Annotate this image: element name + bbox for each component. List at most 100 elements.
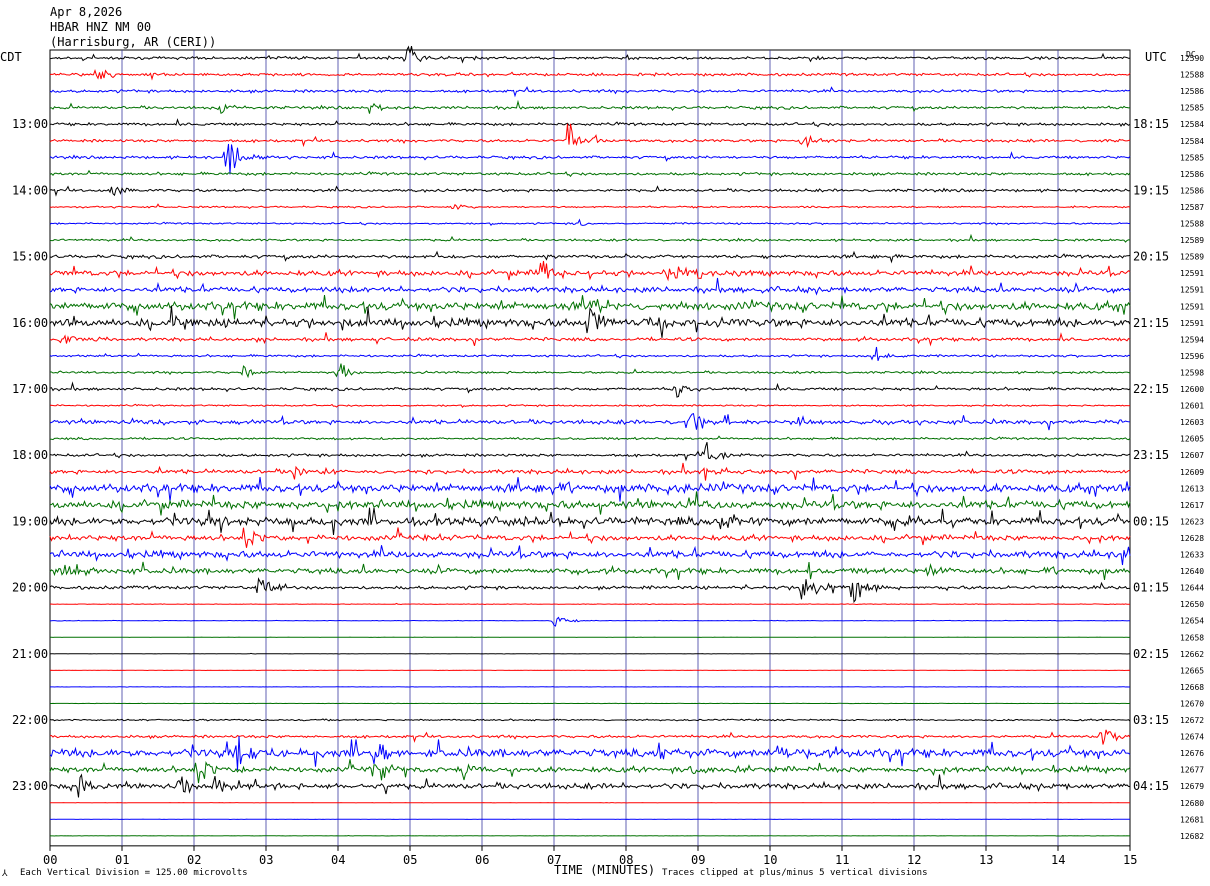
dc-offset-label: 12654	[1180, 617, 1204, 626]
trace-line-44	[49, 773, 1131, 798]
x-tick-label: 09	[691, 853, 705, 867]
plot-frame	[49, 49, 1131, 847]
right-hour-label: 21:15	[1133, 316, 1169, 330]
dc-offset-label: 12589	[1180, 253, 1204, 262]
dc-offset-label: 12679	[1180, 782, 1204, 791]
left-hour-label: 13:00	[12, 117, 48, 131]
dc-offset-label: 12586	[1180, 87, 1204, 96]
x-tick-label: 03	[259, 853, 273, 867]
vertical-gridlines	[49, 49, 1131, 847]
trace-line-27	[49, 491, 1131, 516]
x-tick-label: 05	[403, 853, 417, 867]
dc-offset-label: 12590	[1180, 54, 1204, 63]
header-station: HBAR HNZ NM 00	[50, 20, 151, 34]
dc-offset-label: 12665	[1180, 666, 1204, 675]
x-tick-label: 04	[331, 853, 345, 867]
dc-offset-label: 12672	[1180, 716, 1204, 725]
trace-line-29	[49, 527, 1131, 548]
trace-line-11	[49, 233, 1131, 243]
right-hour-label: 18:15	[1133, 117, 1169, 131]
dc-offset-label: 12591	[1180, 269, 1204, 278]
trace-line-26	[49, 477, 1131, 502]
trace-line-8	[49, 185, 1131, 197]
dc-offset-label: 12662	[1180, 650, 1204, 659]
dc-offset-label: 12674	[1180, 733, 1204, 742]
dc-offset-label: 12591	[1180, 302, 1204, 311]
trace-line-41	[49, 729, 1131, 745]
trace-line-3	[50, 99, 1131, 115]
header-date: Apr 8,2026	[50, 5, 122, 19]
right-hour-label: 03:15	[1133, 713, 1169, 727]
dc-offset-label: 12677	[1180, 766, 1204, 775]
header-location: (Harrisburg, AR (CERI))	[50, 35, 216, 49]
dc-offset-label: 12588	[1180, 220, 1204, 229]
dc-offset-label: 12588	[1180, 71, 1204, 80]
trace-line-28	[49, 507, 1131, 536]
dc-offset-label: 12585	[1180, 104, 1204, 113]
scale-note: Each Vertical Division = 125.00 microvol…	[20, 868, 248, 878]
right-timezone-label: UTC	[1145, 50, 1167, 64]
dc-offset-label: 12584	[1180, 120, 1204, 129]
clip-note: Traces clipped at plus/minus 5 vertical …	[662, 868, 928, 878]
x-tick-label: 15	[1123, 853, 1137, 867]
trace-line-38	[50, 686, 1131, 688]
dc-offset-label: 12633	[1180, 551, 1204, 560]
dc-offset-label: 12644	[1180, 584, 1204, 593]
left-hour-label: 20:00	[12, 581, 48, 595]
trace-line-25	[49, 462, 1131, 481]
trace-line-23	[49, 435, 1131, 441]
dc-offset-label: 12598	[1180, 368, 1204, 377]
trace-line-13	[49, 260, 1131, 282]
dc-offset-label: 12601	[1180, 402, 1204, 411]
dc-offset-label: 12680	[1180, 799, 1204, 808]
trace-line-12	[49, 250, 1131, 264]
trace-line-22	[49, 413, 1131, 431]
right-hour-label: 19:15	[1133, 183, 1169, 197]
trace-line-10	[49, 218, 1130, 226]
left-hour-label: 16:00	[12, 316, 48, 330]
left-hour-label: 22:00	[12, 713, 48, 727]
dc-offset-label: 12658	[1180, 633, 1204, 642]
trace-line-18	[49, 346, 1131, 361]
x-tick-label: 01	[115, 853, 129, 867]
left-hour-label: 17:00	[12, 382, 48, 396]
dc-offset-label: 12676	[1180, 749, 1204, 758]
x-tick-label: 02	[187, 853, 201, 867]
seismic-traces	[49, 45, 1131, 837]
dc-offset-label: 12585	[1180, 153, 1204, 162]
dc-offset-label: 12609	[1180, 468, 1204, 477]
x-tick-label: 12	[907, 853, 921, 867]
dc-offset-label: 12586	[1180, 186, 1204, 195]
dc-offset-label: 12670	[1180, 699, 1204, 708]
trace-line-5	[49, 123, 1131, 149]
dc-offset-label: 12594	[1180, 335, 1204, 344]
trace-line-20	[49, 381, 1131, 398]
x-tick-label: 10	[763, 853, 777, 867]
dc-offset-label: 12600	[1180, 385, 1204, 394]
trace-line-14	[49, 277, 1131, 296]
trace-line-7	[49, 169, 1131, 178]
trace-line-47	[49, 834, 1131, 837]
trace-line-43	[49, 759, 1131, 784]
trace-line-21	[49, 403, 1131, 408]
dc-offset-label: 12607	[1180, 451, 1204, 460]
trace-line-36	[49, 652, 1131, 655]
dc-offset-label: 12584	[1180, 137, 1204, 146]
trace-line-16	[49, 305, 1131, 338]
trace-line-40	[49, 718, 1131, 722]
trace-line-34	[49, 616, 1130, 627]
trace-line-31	[49, 561, 1131, 580]
trace-line-1	[49, 69, 1131, 81]
dc-offset-label: 12596	[1180, 352, 1204, 361]
dc-offset-label: 12613	[1180, 484, 1204, 493]
right-hour-label: 02:15	[1133, 647, 1169, 661]
x-axis-title: TIME (MINUTES)	[554, 863, 655, 877]
right-hour-label: 04:15	[1133, 779, 1169, 793]
right-hour-label: 20:15	[1133, 250, 1169, 264]
dc-offset-label: 12586	[1180, 170, 1204, 179]
trace-line-15	[49, 295, 1131, 320]
trace-line-9	[49, 203, 1131, 211]
dc-offset-label: 12650	[1180, 600, 1204, 609]
x-tick-label: 13	[979, 853, 993, 867]
dc-offset-label: 12623	[1180, 517, 1204, 526]
